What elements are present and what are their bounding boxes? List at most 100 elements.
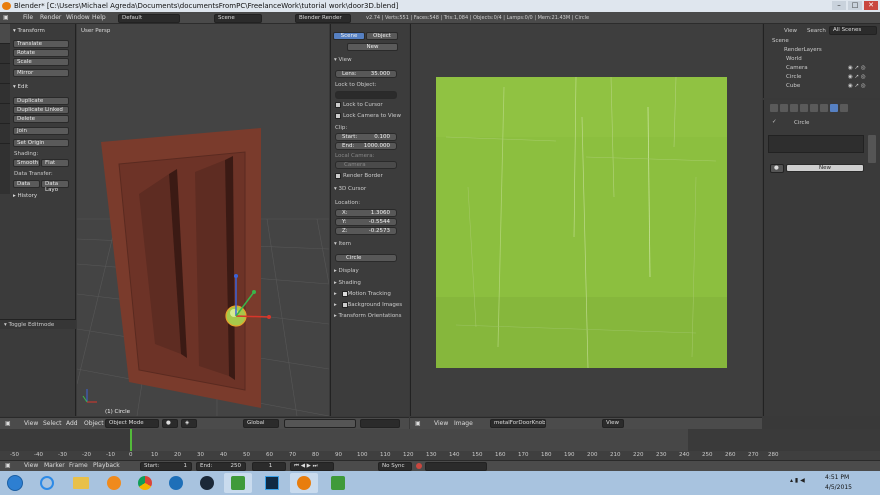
- close-button[interactable]: ✕: [864, 1, 878, 10]
- menu-render[interactable]: Render: [40, 14, 61, 22]
- tab-animation[interactable]: [0, 84, 10, 104]
- menu-select[interactable]: Select: [43, 420, 62, 428]
- clip-start-field[interactable]: Start: 0.100: [335, 133, 397, 141]
- cube-visibility-icon[interactable]: ◉ ➚ ◎: [848, 83, 866, 89]
- translate-button[interactable]: Translate: [13, 40, 69, 48]
- slot-add-remove-buttons[interactable]: [868, 135, 876, 163]
- image-selector[interactable]: metalForDoorKnob: [490, 419, 546, 428]
- cursor-x-field[interactable]: X: 1.3060: [335, 209, 397, 217]
- 3d-cursor-header[interactable]: ▾ 3D Cursor: [334, 186, 366, 192]
- data-button[interactable]: Data: [13, 180, 40, 188]
- transform-header[interactable]: ▾ Transform: [13, 28, 45, 34]
- outliner-item-cube[interactable]: Cube: [786, 83, 800, 89]
- pivot-selector[interactable]: ◈: [181, 419, 197, 428]
- join-button[interactable]: Join: [13, 127, 69, 135]
- outliner-menu-search[interactable]: Search: [807, 28, 826, 34]
- lens-field[interactable]: Lens: 35.000: [335, 70, 397, 78]
- menu-add[interactable]: Add: [66, 420, 78, 428]
- image-view-mode-selector[interactable]: View: [602, 419, 624, 428]
- mirror-button[interactable]: Mirror: [13, 69, 69, 77]
- clock-date[interactable]: 4/5/2015: [825, 484, 852, 491]
- flat-button[interactable]: Flat: [41, 159, 69, 167]
- menu-window[interactable]: Window: [66, 14, 90, 22]
- viewport-shading-selector[interactable]: ●: [162, 419, 178, 428]
- 3d-viewport[interactable]: User Persp (1) Circle: [77, 24, 329, 416]
- background-images-header[interactable]: ▸ Background Images: [334, 302, 402, 308]
- timeline-menu-marker[interactable]: Marker: [44, 462, 65, 470]
- timeline-area[interactable]: [0, 429, 880, 451]
- rotate-button[interactable]: Rotate: [13, 49, 69, 57]
- image-menu-image[interactable]: Image: [454, 420, 473, 428]
- menu-help[interactable]: Help: [92, 14, 106, 22]
- data-layout-button[interactable]: Data Layo: [41, 180, 69, 193]
- tray-icons[interactable]: ▴ ▮ ◀: [790, 477, 814, 487]
- item-header[interactable]: ▾ Item: [334, 241, 351, 247]
- shading-header[interactable]: ▸ Shading: [334, 280, 361, 286]
- blender-taskbar-icon[interactable]: [290, 473, 318, 493]
- display-header[interactable]: ▸ Display: [334, 268, 359, 274]
- app-icon[interactable]: [162, 473, 190, 493]
- delete-button[interactable]: Delete: [13, 115, 69, 123]
- tab-physics[interactable]: [0, 104, 10, 124]
- current-frame-indicator[interactable]: [130, 429, 132, 451]
- current-frame-field[interactable]: 1: [252, 462, 286, 471]
- timeline-menu-frame[interactable]: Frame: [69, 462, 88, 470]
- lock-to-cursor-checkbox[interactable]: [335, 102, 341, 108]
- outliner-item-renderlayers[interactable]: RenderLayers: [784, 47, 822, 53]
- maximize-button[interactable]: □: [848, 1, 862, 10]
- clip-end-field[interactable]: End: 1000.000: [335, 142, 397, 150]
- tab-scene[interactable]: Scene: [333, 32, 365, 40]
- menu-object[interactable]: Object: [84, 420, 104, 428]
- texture-image[interactable]: [436, 77, 727, 368]
- minimize-button[interactable]: –: [832, 1, 846, 10]
- render-engine-selector[interactable]: Blender Render: [295, 14, 351, 23]
- menu-file[interactable]: File: [23, 14, 33, 22]
- circle-visibility-icon[interactable]: ◉ ➚ ◎: [848, 74, 866, 80]
- material-slot-list[interactable]: [768, 135, 864, 153]
- playback-controls[interactable]: ⏮ ◀ ▶ ⏭: [290, 462, 334, 471]
- edit-header[interactable]: ▾ Edit: [13, 84, 28, 90]
- image-editor-type-icon[interactable]: ▣: [415, 420, 421, 428]
- sync-mode-selector[interactable]: No Sync: [378, 462, 412, 471]
- uv-image-editor[interactable]: [410, 24, 762, 416]
- outliner-item-circle[interactable]: Circle: [786, 74, 801, 80]
- new-material-button[interactable]: New: [786, 164, 864, 172]
- lock-camera-checkbox[interactable]: [335, 113, 341, 119]
- outliner-item-scene[interactable]: Scene: [772, 38, 789, 44]
- layer-buttons[interactable]: [284, 419, 356, 428]
- door-mesh[interactable]: [101, 128, 261, 408]
- chrome-icon[interactable]: [131, 473, 159, 493]
- outliner-filter-selector[interactable]: All Scenes: [829, 26, 877, 35]
- material-browse-button[interactable]: ●: [770, 164, 784, 173]
- start-button[interactable]: [3, 473, 27, 493]
- item-name-field[interactable]: Circle: [335, 254, 397, 262]
- timeline-menu-playback[interactable]: Playback: [93, 462, 120, 470]
- end-frame-field[interactable]: End: 250: [196, 462, 246, 471]
- render-border-checkbox[interactable]: [335, 173, 341, 179]
- view-header[interactable]: ▾ View: [334, 57, 352, 63]
- operator-panel[interactable]: ▾ Toggle Editmode: [0, 319, 76, 329]
- history-header[interactable]: ▸ History: [13, 193, 37, 199]
- explorer-icon[interactable]: [67, 473, 95, 493]
- record-button[interactable]: [416, 463, 422, 469]
- clock-time[interactable]: 4:51 PM: [825, 474, 849, 481]
- image-menu-view[interactable]: View: [434, 420, 448, 428]
- properties-context-tabs[interactable]: [770, 104, 874, 112]
- cursor-y-field[interactable]: Y: -0.5544: [335, 218, 397, 226]
- timeline-editor-type-icon[interactable]: ▣: [5, 462, 11, 470]
- cursor-z-field[interactable]: Z: -0.2573: [335, 227, 397, 235]
- ie-icon[interactable]: [33, 473, 61, 493]
- tab-object[interactable]: Object: [366, 32, 398, 40]
- tab-create[interactable]: [0, 44, 10, 64]
- scale-button[interactable]: Scale: [13, 58, 69, 66]
- pin-icon[interactable]: ✓: [772, 119, 777, 125]
- outliner-item-camera[interactable]: Camera: [786, 65, 808, 71]
- local-camera-field[interactable]: Camera: [335, 161, 397, 169]
- snap-controls[interactable]: [360, 419, 400, 428]
- editor-type-icon[interactable]: ▣: [3, 14, 9, 22]
- duplicate-button[interactable]: Duplicate: [13, 97, 69, 105]
- mode-selector[interactable]: Object Mode: [105, 419, 159, 428]
- lock-to-object-field[interactable]: [335, 91, 397, 99]
- layout-selector[interactable]: Default: [118, 14, 180, 23]
- start-frame-field[interactable]: Start: 1: [140, 462, 192, 471]
